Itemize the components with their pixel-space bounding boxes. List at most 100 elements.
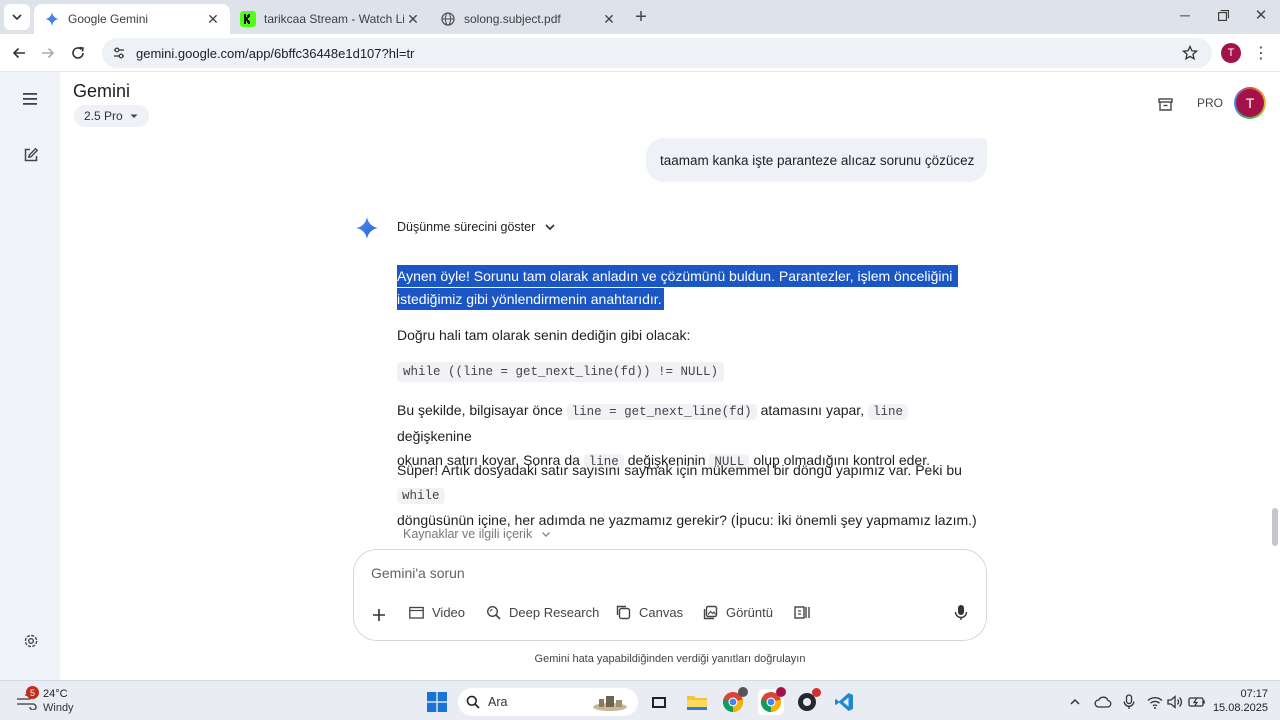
task-view-button[interactable] — [646, 689, 672, 715]
github-desktop-button[interactable] — [794, 688, 821, 715]
response-paragraph-4: Süper! Artık dosyadaki satır sayısını sa… — [397, 458, 997, 532]
p3-code-2: line — [867, 404, 908, 420]
star-icon — [1182, 45, 1198, 61]
maximize-window-button[interactable] — [1210, 2, 1236, 28]
hamburger-icon — [23, 93, 37, 105]
canvas-label: Canvas — [639, 605, 684, 620]
minimize-window-button[interactable]: ─ — [1172, 2, 1198, 28]
wifi-icon — [1147, 696, 1163, 709]
canvas-icon — [616, 605, 631, 620]
show-thinking-label: Düşünme sürecini göster — [397, 220, 536, 234]
close-tab-icon[interactable]: ✕ — [204, 10, 222, 28]
video-tool-label: Video — [432, 605, 466, 620]
arrow-right-icon — [42, 47, 55, 59]
reload-button[interactable] — [65, 40, 91, 66]
file-explorer-button[interactable] — [684, 689, 710, 715]
address-bar[interactable]: gemini.google.com/app/6bffc36448e1d107?h… — [102, 38, 1212, 68]
deep-research-button[interactable]: Deep Research — [486, 605, 599, 620]
gemini-spark-icon — [356, 217, 378, 244]
chrome-profile-badge — [776, 687, 786, 697]
p3-text-a: Bu şekilde, bilgisayar önce — [397, 402, 563, 418]
close-tab-icon[interactable]: ✕ — [404, 10, 422, 28]
tab-google-gemini[interactable]: Google Gemini ✕ — [34, 4, 230, 34]
deep-research-label: Deep Research — [509, 605, 600, 620]
account-initial: T — [1236, 89, 1264, 117]
clock[interactable]: 07:17 15.08.2025 — [1208, 687, 1268, 715]
clock-time: 07:17 — [1240, 688, 1268, 700]
archive-icon — [1157, 97, 1173, 111]
tray-overflow-button[interactable] — [1062, 689, 1088, 715]
weather-alert-badge: 5 — [26, 686, 39, 699]
caret-down-icon — [130, 114, 138, 118]
sources-toggle[interactable]: Kaynaklar ve ilgili içerik — [403, 527, 551, 541]
profile-avatar[interactable]: T — [1218, 40, 1244, 66]
main-menu-button[interactable] — [18, 86, 44, 112]
p4-text-a: Süper! Artık dosyadaki satır sayısını sa… — [397, 462, 962, 478]
video-icon — [409, 606, 424, 619]
settings-button[interactable] — [18, 628, 44, 654]
video-tool-button[interactable]: Video — [409, 605, 465, 620]
tab-title: Google Gemini — [68, 12, 149, 26]
cloud-icon — [1094, 696, 1112, 708]
chevron-up-icon — [1070, 698, 1080, 705]
forward-button[interactable] — [35, 40, 61, 66]
onedrive-tray-icon[interactable] — [1090, 689, 1116, 715]
prompt-input[interactable]: Gemini'a sorun — [371, 565, 931, 585]
weather-condition: Windy — [43, 702, 74, 714]
tab-kick-stream[interactable]: tarikcaa Stream - Watch Live on ✕ — [230, 4, 430, 34]
task-view-icon — [652, 697, 666, 708]
new-tab-button[interactable]: + — [628, 4, 654, 30]
browser-menu-button[interactable]: ⋮ — [1248, 40, 1274, 66]
site-info-icon[interactable] — [112, 46, 126, 60]
battery-tray-icon[interactable] — [1184, 689, 1210, 715]
app-title: Gemini — [73, 81, 131, 101]
search-icon — [466, 695, 480, 709]
highlight-line-2: istediğimiz gibi yönlendirmenin anahtarı… — [397, 288, 664, 310]
gear-icon — [24, 634, 38, 648]
chrome-profile-1-button[interactable] — [720, 687, 748, 715]
folder-icon — [687, 696, 707, 710]
account-avatar[interactable]: T — [1234, 87, 1266, 119]
windows-taskbar: 5 24°C Windy Ara 07:17 15.08.2025 — [0, 680, 1280, 720]
temporary-chat-button[interactable] — [1153, 92, 1177, 116]
notification-dot — [812, 688, 821, 697]
microphone-button[interactable] — [954, 604, 968, 621]
weather-widget[interactable]: 5 24°C Windy — [14, 685, 94, 717]
canvas-button[interactable]: Canvas — [616, 605, 683, 620]
chrome-profile-2-button[interactable] — [758, 687, 786, 715]
tools-menu-button[interactable] — [794, 605, 811, 620]
new-chat-button[interactable] — [18, 142, 44, 168]
p3-code-1: line = get_next_line(fd) — [566, 404, 757, 420]
microphone-tray-icon[interactable] — [1116, 689, 1142, 715]
back-button[interactable] — [6, 40, 32, 66]
browser-toolbar: gemini.google.com/app/6bffc36448e1d107?h… — [0, 34, 1280, 72]
taskbar-search[interactable]: Ara — [458, 688, 638, 716]
p3-text-c: değişkenine — [397, 428, 472, 444]
response-highlighted-text: Aynen öyle! Sorunu tam olarak anladın ve… — [397, 265, 959, 311]
tab-pdf[interactable]: solong.subject.pdf ✕ — [430, 4, 626, 34]
vscode-button[interactable] — [831, 689, 857, 715]
show-thinking-toggle[interactable]: Düşünme sürecini göster — [397, 220, 556, 234]
arrow-left-icon — [12, 47, 25, 59]
image-tool-button[interactable]: Görüntü — [703, 605, 773, 620]
windows-logo-icon — [427, 692, 447, 712]
chat-scrollbar-thumb[interactable] — [1272, 508, 1278, 546]
prompt-composer: Gemini'a sorun Video Deep Research Canva… — [353, 549, 987, 641]
chevron-down-icon — [545, 224, 555, 231]
add-attachment-button[interactable] — [368, 604, 390, 626]
close-tab-icon[interactable]: ✕ — [600, 10, 618, 28]
model-name: 2.5 Pro — [84, 109, 123, 123]
gemini-spark-icon — [44, 11, 60, 27]
edit-icon — [24, 147, 39, 162]
speaker-icon — [1167, 695, 1182, 709]
model-selector[interactable]: 2.5 Pro — [74, 105, 149, 127]
code-while-line: while ((line = get_next_line(fd)) != NUL… — [397, 362, 725, 382]
disclaimer-text: Gemini hata yapabildiğinden verdiği yanı… — [534, 653, 806, 665]
close-window-button[interactable]: ✕ — [1248, 2, 1274, 28]
search-highlight-icon — [590, 693, 630, 711]
start-button[interactable] — [424, 689, 450, 715]
pro-badge: PRO — [1197, 96, 1224, 110]
tab-search-button[interactable] — [4, 4, 30, 30]
microphone-icon — [1123, 694, 1135, 709]
bookmark-star-button[interactable] — [1177, 40, 1203, 66]
